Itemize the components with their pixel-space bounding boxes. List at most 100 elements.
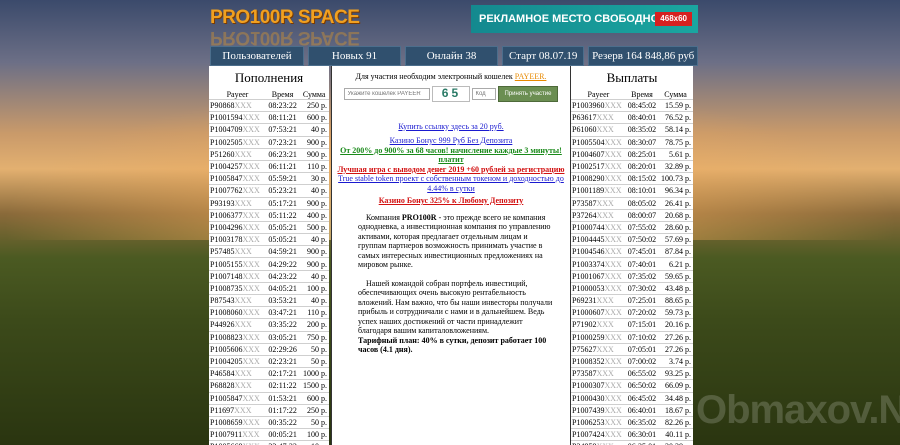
captcha-code-input[interactable] (472, 87, 497, 100)
row-time: 08:23:22 (265, 98, 300, 112)
table-row: P1008290XXX 08:15:02 100.73 р. (571, 172, 693, 185)
payeer-id: P57485XXX (209, 245, 266, 258)
table-row: P87543XXX 03:53:21 40 р. (209, 293, 329, 307)
row-time: 07:00:02 (625, 354, 659, 368)
watermark: Obmaxov.Net (696, 388, 900, 432)
table-row: P1008060XXX 03:47:21 110 р. (209, 306, 329, 319)
payeer-id: P1001189XXX (571, 184, 626, 197)
payeer-id-text: P1000744 (572, 222, 605, 232)
site-logo[interactable]: PRO100R SPACE PRO100R SPACE (210, 8, 360, 49)
payeer-id-mask: XXX (604, 174, 622, 184)
row-sum: 40 р. (299, 269, 329, 283)
row-sum: 40.11 р. (658, 428, 693, 441)
payeer-id-text: P1004445 (572, 235, 605, 245)
payeer-id: P1003178XXX (209, 233, 266, 246)
bonus-link[interactable]: Казино Бонус 999 Руб Без Депозита (390, 136, 513, 145)
payeer-id: P1006377XXX (209, 208, 266, 222)
row-time: 04:05:21 (265, 281, 300, 295)
payeer-id-mask: XXX (604, 186, 622, 196)
payeer-id-text: P1001594 (210, 113, 243, 123)
payeer-id: P90868XXX (209, 98, 266, 112)
payeer-id-mask: XXX (596, 113, 614, 123)
payeer-id-mask: XXX (604, 222, 622, 232)
payeer-id: P46584XXX (209, 367, 266, 380)
table-row: P1008735XXX 04:05:21 100 р. (209, 281, 329, 295)
payeer-id: P1008823XXX (209, 330, 266, 344)
captcha-image: 65 (432, 85, 471, 102)
wallet-note-text: Для участия необходим электронный кошеле… (355, 72, 515, 81)
payeer-id-mask: XXX (596, 369, 614, 379)
payeer-id-mask: XXX (234, 101, 252, 111)
payeer-id-mask: XXX (596, 125, 614, 135)
payeer-id: P1007424XXX (571, 428, 626, 441)
row-sum: 100 р. (299, 428, 329, 441)
deposits-header-time: Время (271, 89, 294, 99)
row-time: 06:23:21 (265, 147, 300, 161)
payeer-id: P73587XXX (571, 367, 626, 380)
payeer-id-mask: XXX (604, 417, 622, 427)
table-row: P1008659XXX 00:35:22 50 р. (209, 415, 329, 429)
payeer-id-mask: XXX (242, 125, 260, 135)
promo-green-link[interactable]: От 200% до 900% за 68 часов! начисление … (340, 146, 562, 165)
payeer-id: P1000744XXX (571, 220, 626, 234)
table-row: P1007762XXX 05:23:21 40 р. (209, 184, 329, 197)
deposits-panel: Пополнения Payeer Время Сумма P90868XXX 0… (209, 66, 329, 445)
payeer-id-text: P1007424 (572, 430, 605, 440)
table-row: P11697XXX 01:17:22 250 р. (209, 403, 329, 417)
row-time: 02:11:22 (265, 379, 300, 392)
payeer-id-mask: XXX (242, 259, 260, 269)
payeer-id-mask: XXX (604, 101, 622, 111)
payeer-id: P75627XXX (571, 342, 626, 356)
table-row: P1001189XXX 08:10:01 96.34 р. (571, 184, 693, 197)
payeer-id-text: P1006253 (572, 417, 605, 427)
promo-blue-link[interactable]: True stable token проект с собственным т… (338, 174, 564, 193)
table-row: P1004205XXX 02:23:21 50 р. (209, 354, 329, 368)
payeer-id-text: P87543 (210, 296, 235, 306)
payeer-id-mask: XXX (242, 417, 260, 427)
row-time: 01:53:21 (265, 391, 300, 405)
ad-banner[interactable]: РЕКЛАМНОЕ МЕСТО СВОБОДНО 468x60 (471, 5, 698, 33)
row-time: 06:25:01 (625, 440, 659, 445)
stat-users: Пользователей 9212 (210, 46, 305, 80)
row-sum: 6.21 р. (658, 257, 693, 271)
payeer-id-mask: XXX (242, 113, 260, 123)
table-row: P1000430XXX 06:45:02 34.48 р. (571, 391, 693, 405)
payeer-id-text: P1008060 (210, 308, 243, 318)
row-time: 08:20:01 (625, 159, 659, 173)
row-time: 02:29:26 (265, 342, 300, 356)
row-time: 07:50:02 (625, 233, 659, 246)
payeer-id-text: P1003960 (572, 101, 605, 111)
table-row: P24959XXX06:25:0120.38 р. (571, 440, 693, 445)
row-time: 08:10:01 (625, 184, 659, 197)
row-sum: 66.09 р. (658, 379, 693, 392)
wallet-input[interactable] (344, 87, 431, 100)
buy-link[interactable]: Купить ссылку здесь за 20 руб. (398, 122, 503, 131)
table-row: P93193XXX 05:17:21 900 р. (209, 196, 329, 210)
row-time: 07:23:21 (265, 135, 300, 149)
table-row: P1000744XXX 07:55:02 28.60 р. (571, 220, 693, 234)
casino-link[interactable]: Казино Бонус 325% к Любому Депозиту (379, 196, 524, 205)
row-time: 03:35:22 (265, 318, 300, 332)
row-sum: 100 р. (299, 281, 329, 295)
table-row: P57485XXX 04:59:21 900 р. (209, 245, 329, 258)
payeer-id-text: P1004546 (572, 247, 605, 257)
join-button[interactable]: Принять участие (498, 85, 558, 102)
payeer-id: P1005155XXX (209, 257, 266, 271)
payeer-id-mask: XXX (242, 271, 260, 281)
table-row: P73587XXX 06:55:02 93.25 р. (571, 367, 693, 380)
promo-red-link[interactable]: Лучшая игра с выводом денег 2019 +60 руб… (338, 165, 565, 174)
table-row: P1000607XXX 07:20:02 59.73 р. (571, 306, 693, 319)
row-time: 03:53:21 (265, 293, 300, 307)
payeer-id-text: P1001189 (572, 186, 605, 196)
row-sum: 900 р. (299, 245, 329, 258)
payeer-id-mask: XXX (596, 344, 614, 354)
payeer-id: P1004709XXX (209, 123, 266, 137)
row-time: 05:05:21 (265, 233, 300, 246)
payeer-id: P1001594XXX (209, 111, 266, 124)
row-sum: 30 р. (299, 172, 329, 185)
payeer-link[interactable]: PAYEER. (515, 72, 547, 81)
payeer-id-text: P1002505 (210, 137, 243, 147)
payeer-id-text: P1008823 (210, 332, 243, 342)
payeer-id-mask: XXX (242, 344, 260, 354)
row-sum: 40 р. (299, 233, 329, 246)
